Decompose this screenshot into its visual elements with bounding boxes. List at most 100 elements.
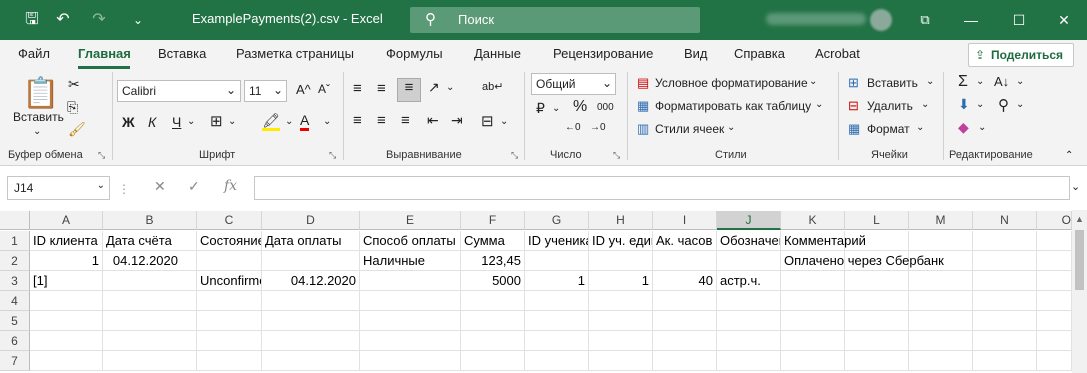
empty-cell[interactable] — [653, 251, 717, 271]
font-size-select[interactable]: 11 ⌄ — [244, 80, 287, 102]
merge-center-icon[interactable]: ⊟ — [481, 112, 494, 130]
empty-cell[interactable] — [781, 271, 845, 291]
empty-cell[interactable] — [461, 331, 525, 351]
cell-e1[interactable]: Способ оплаты — [360, 231, 461, 251]
cell-b2[interactable]: 04.12.2020 — [103, 251, 197, 271]
cell-i3[interactable]: 40 — [653, 271, 717, 291]
search-box[interactable]: ⚲ Поиск — [410, 7, 700, 33]
empty-cell[interactable] — [262, 331, 360, 351]
chevron-down-icon[interactable]: ⌄ — [978, 122, 986, 133]
alignment-launcher-icon[interactable]: ⤡ — [511, 150, 518, 161]
empty-cell[interactable] — [1037, 231, 1072, 251]
column-header[interactable]: K — [781, 211, 845, 230]
resize-handle-icon[interactable]: ⋮ — [118, 182, 130, 196]
tab-data[interactable]: Данные — [474, 46, 521, 61]
empty-cell[interactable] — [197, 251, 262, 271]
empty-cell[interactable] — [845, 311, 909, 331]
find-select-icon[interactable]: ⚲ — [998, 96, 1009, 114]
empty-cell[interactable] — [589, 251, 653, 271]
align-center-icon[interactable]: ≡ — [377, 112, 386, 129]
sort-filter-icon[interactable]: A↓ — [994, 74, 1009, 89]
empty-cell[interactable] — [973, 231, 1037, 251]
cell-a3[interactable]: [1] — [30, 271, 103, 291]
grow-font-icon[interactable]: A^ — [296, 82, 311, 97]
empty-cell[interactable] — [589, 311, 653, 331]
cell-i1[interactable]: Ак. часов — [653, 231, 717, 251]
chevron-down-icon[interactable]: ⌄ — [727, 122, 735, 133]
empty-cell[interactable] — [197, 351, 262, 371]
empty-cell[interactable] — [717, 351, 781, 371]
cell-styles-icon[interactable]: ▥ — [637, 121, 649, 137]
chevron-down-icon[interactable]: ⌄ — [1016, 76, 1024, 87]
vertical-scrollbar[interactable]: ▲ — [1072, 210, 1087, 373]
tab-view[interactable]: Вид — [684, 46, 708, 61]
cell-f3[interactable]: 5000 — [461, 271, 525, 291]
empty-cell[interactable] — [197, 331, 262, 351]
empty-cell[interactable] — [525, 331, 589, 351]
tab-insert[interactable]: Вставка — [158, 46, 206, 61]
number-launcher-icon[interactable]: ⤡ — [613, 150, 620, 161]
cell-e2[interactable]: Наличные — [360, 251, 461, 271]
paste-button-label[interactable]: Вставить — [13, 110, 64, 124]
empty-cell[interactable] — [909, 331, 973, 351]
format-as-table-button[interactable]: Форматировать как таблицу — [655, 99, 811, 113]
empty-cell[interactable] — [103, 351, 197, 371]
cell-styles-button[interactable]: Стили ячеек — [655, 122, 724, 136]
decrease-indent-icon[interactable]: ⇤ — [427, 112, 439, 129]
fill-icon[interactable]: ⬇ — [958, 96, 970, 113]
cut-icon[interactable]: ✂ — [68, 76, 80, 93]
row-header[interactable]: 7 — [0, 351, 30, 371]
empty-cell[interactable] — [973, 351, 1037, 371]
column-header[interactable]: A — [30, 211, 103, 230]
empty-cell[interactable] — [1037, 291, 1072, 311]
select-all-corner[interactable] — [0, 211, 30, 230]
number-format-select[interactable]: Общий ⌄ — [531, 73, 616, 95]
empty-cell[interactable] — [103, 331, 197, 351]
empty-cell[interactable] — [262, 351, 360, 371]
chevron-down-icon[interactable]: ⌄ — [1016, 99, 1024, 110]
empty-cell[interactable] — [781, 291, 845, 311]
tab-home[interactable]: Главная — [78, 46, 131, 61]
clipboard-launcher-icon[interactable]: ⤡ — [98, 150, 105, 161]
thousands-button[interactable]: 000 — [597, 102, 614, 113]
scroll-thumb[interactable] — [1075, 230, 1084, 290]
empty-cell[interactable] — [909, 351, 973, 371]
empty-cell[interactable] — [1037, 331, 1072, 351]
chevron-down-icon[interactable]: ⌄ — [976, 99, 984, 110]
cell-k1[interactable]: Комментарий — [781, 231, 866, 251]
borders-icon[interactable]: ⊞ — [210, 112, 223, 130]
column-header[interactable]: O — [1037, 211, 1072, 230]
cell-c3[interactable]: Unconfirmed — [197, 271, 262, 291]
empty-cell[interactable] — [909, 271, 973, 291]
empty-cell[interactable] — [262, 291, 360, 311]
empty-cell[interactable] — [653, 291, 717, 311]
empty-cell[interactable] — [103, 291, 197, 311]
cell-h3[interactable]: 1 — [589, 271, 653, 291]
empty-cell[interactable] — [781, 331, 845, 351]
avatar[interactable] — [870, 9, 892, 31]
copy-icon[interactable]: ⎘ — [67, 99, 78, 116]
empty-cell[interactable] — [909, 231, 973, 251]
chevron-down-icon[interactable]: ⌄ — [926, 76, 934, 87]
column-header[interactable]: L — [845, 211, 909, 230]
format-table-icon[interactable]: ▦ — [637, 98, 649, 114]
underline-button[interactable]: Ч — [172, 114, 181, 130]
customize-qat-icon[interactable]: ⌄ — [127, 9, 149, 31]
empty-cell[interactable] — [360, 351, 461, 371]
cell-d1[interactable]: Дата оплаты — [262, 231, 360, 251]
cell-f1[interactable]: Сумма — [461, 231, 525, 251]
maximize-button[interactable]: ☐ — [996, 0, 1042, 40]
empty-cell[interactable] — [197, 311, 262, 331]
paste-dropdown-icon[interactable]: ⌄ — [33, 126, 41, 137]
chevron-down-icon[interactable]: ⌄ — [446, 82, 454, 93]
undo-icon[interactable]: ↶ — [52, 9, 74, 31]
column-header[interactable]: B — [103, 211, 197, 230]
cell-c1[interactable]: Состояние — [197, 231, 262, 251]
orientation-icon[interactable]: ↗ — [428, 79, 440, 96]
empty-cell[interactable] — [717, 251, 781, 271]
empty-cell[interactable] — [461, 311, 525, 331]
empty-cell[interactable] — [653, 351, 717, 371]
chevron-down-icon[interactable]: ⌄ — [500, 116, 508, 127]
empty-cell[interactable] — [589, 331, 653, 351]
empty-cell[interactable] — [525, 351, 589, 371]
